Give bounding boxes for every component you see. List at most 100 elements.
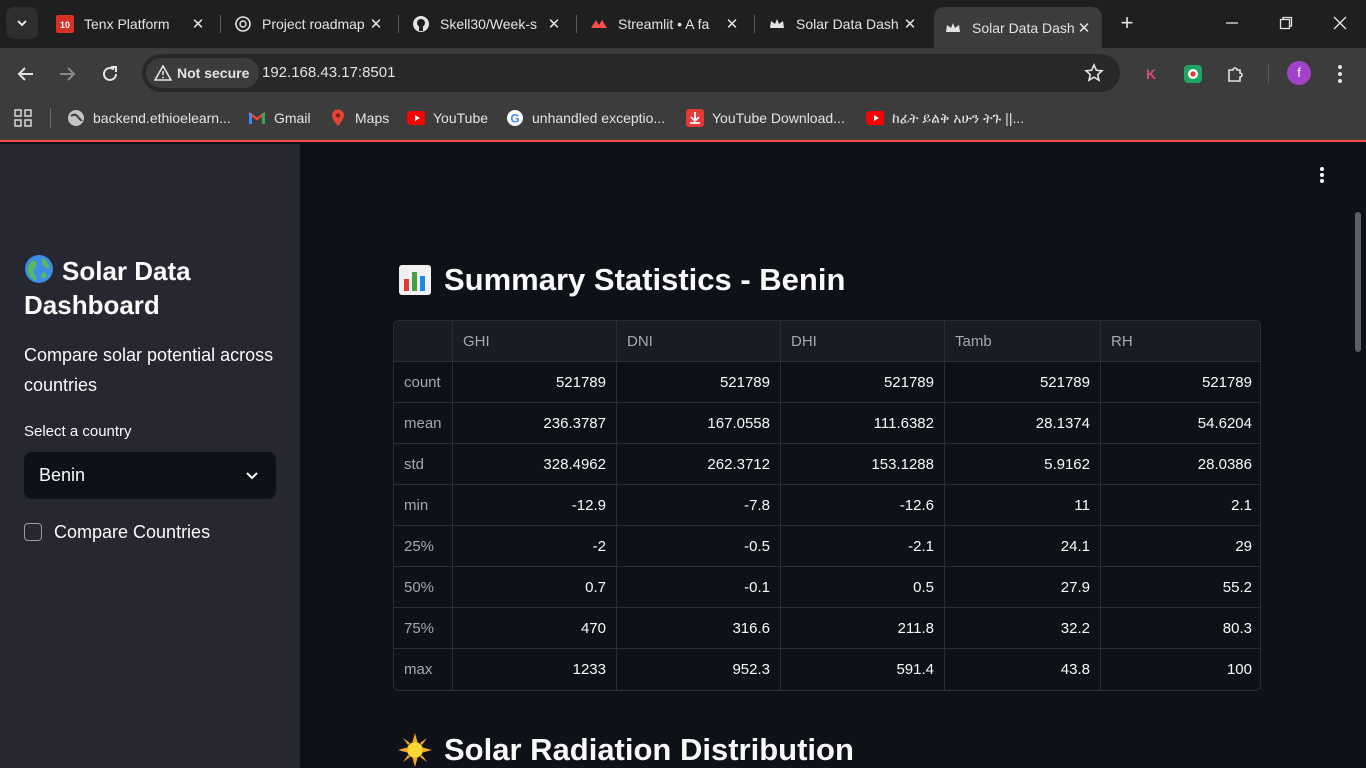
- table-cell: 2.1: [1231, 497, 1252, 514]
- table-cell: 100: [1226, 661, 1252, 678]
- bookmark-label: Gmail: [274, 110, 311, 126]
- column-header[interactable]: RH: [1101, 321, 1260, 362]
- table-cell: 80.3: [1222, 620, 1252, 637]
- tab-search-button[interactable]: [6, 7, 38, 39]
- tab-solar-dashboard-active[interactable]: Solar Data Dash ✕: [934, 7, 1102, 48]
- table-row: count 521789 521789 521789 521789 521789: [394, 362, 1260, 403]
- app-menu-icon[interactable]: [1319, 166, 1325, 189]
- table-cell: 316.6: [617, 608, 781, 649]
- close-tab-icon[interactable]: ✕: [722, 14, 742, 34]
- browser-toolbar: Not secure 192.168.43.17:8501 K: [0, 48, 1366, 100]
- table-cell: -0.1: [617, 567, 781, 608]
- table-cell: 5.9162: [945, 444, 1101, 485]
- table-cell: 952.3: [617, 649, 781, 690]
- security-indicator[interactable]: Not secure: [146, 58, 260, 88]
- bar-chart-emoji-icon: [399, 265, 431, 295]
- scrollbar-thumb[interactable]: [1355, 212, 1361, 352]
- table-cell: -12.9: [453, 485, 617, 526]
- bookmark-amharic-video[interactable]: ከፊት ይልቅ አሁን ትጉ ||...: [866, 107, 1024, 129]
- close-tab-icon[interactable]: ✕: [188, 14, 208, 34]
- country-select[interactable]: Benin: [24, 452, 276, 499]
- gmail-icon: [248, 109, 266, 127]
- row-index-cell: min: [394, 485, 453, 526]
- distribution-heading: Solar Radiation Distribution: [398, 732, 854, 768]
- streamlit-crown-icon: [768, 15, 786, 33]
- table-cell: 328.4962: [453, 444, 617, 485]
- index-header-cell: [394, 321, 453, 362]
- bookmark-label: YouTube: [433, 110, 489, 126]
- maps-icon: [329, 109, 347, 127]
- bookmark-label: backend.ethioelearn...: [93, 110, 231, 126]
- bookmark-backend[interactable]: backend.ethioelearn...: [67, 107, 231, 129]
- close-tab-icon[interactable]: ✕: [1074, 18, 1094, 38]
- bookmark-star-icon[interactable]: [1084, 63, 1104, 88]
- row-index-cell: max: [394, 649, 453, 690]
- close-tab-icon[interactable]: ✕: [900, 14, 920, 34]
- new-tab-icon[interactable]: +: [1114, 10, 1140, 36]
- sun-emoji-icon: [398, 733, 432, 767]
- table-cell: 54.6204: [1197, 415, 1252, 432]
- table-row: 75% 470 316.6 211.8 32.2 80.3: [394, 608, 1260, 649]
- svg-text:G: G: [510, 112, 519, 126]
- compare-countries-row[interactable]: Compare Countries: [24, 520, 210, 544]
- bookmark-unhandled-exception[interactable]: G unhandled exceptio...: [506, 107, 665, 129]
- profile-avatar[interactable]: f: [1287, 61, 1311, 85]
- minimize-icon[interactable]: [1219, 10, 1245, 36]
- reload-icon[interactable]: [96, 60, 124, 88]
- compare-countries-checkbox[interactable]: [24, 523, 42, 541]
- table-cell: 29: [1235, 538, 1252, 555]
- tab-solar-dashboard-1[interactable]: Solar Data Dash ✕: [758, 8, 928, 40]
- url-text[interactable]: 192.168.43.17:8501: [262, 64, 395, 81]
- table-row: max 1233 952.3 591.4 43.8 100: [394, 649, 1260, 690]
- extension-k-icon[interactable]: K: [1137, 60, 1165, 88]
- bookmark-gmail[interactable]: Gmail: [248, 107, 311, 129]
- column-header[interactable]: DHI: [781, 321, 945, 362]
- restore-icon[interactable]: [1273, 10, 1299, 36]
- table-cell: 32.2: [945, 608, 1101, 649]
- apps-grid-icon[interactable]: [14, 107, 32, 129]
- bookmark-maps[interactable]: Maps: [329, 107, 389, 129]
- column-header[interactable]: GHI: [453, 321, 617, 362]
- tab-streamlit[interactable]: Streamlit • A fa ✕: [580, 8, 750, 40]
- tab-strip: 10 Tenx Platform ✕ Project roadmap ✕ Ske…: [0, 0, 1366, 48]
- table-cell: 0.7: [453, 567, 617, 608]
- tab-project-roadmap[interactable]: Project roadmap ✕: [224, 8, 394, 40]
- forward-arrow-icon[interactable]: [53, 60, 81, 88]
- globe-icon: [67, 109, 85, 127]
- summary-statistics-table[interactable]: GHI DNI DHI Tamb RH count 521789 521789 521789 52…: [393, 320, 1261, 691]
- extensions-puzzle-icon[interactable]: [1222, 60, 1250, 88]
- browser-menu-icon[interactable]: [1328, 60, 1352, 88]
- sidebar-subtitle: Compare solar potential across countries: [24, 345, 274, 395]
- table-cell: 27.9: [945, 567, 1101, 608]
- table-cell: 521789: [945, 362, 1101, 403]
- table-cell: 521789: [453, 362, 617, 403]
- back-arrow-icon[interactable]: [12, 60, 40, 88]
- country-select-label: Select a country: [24, 423, 132, 440]
- table-cell: 1233: [453, 649, 617, 690]
- row-index-cell: mean: [394, 403, 453, 444]
- row-index-cell: 50%: [394, 567, 453, 608]
- tab-title: Streamlit • A fa: [618, 16, 710, 32]
- column-header[interactable]: Tamb: [945, 321, 1101, 362]
- tab-separator: [576, 15, 577, 33]
- close-tab-icon[interactable]: ✕: [366, 14, 386, 34]
- table-cell: -7.8: [617, 485, 781, 526]
- bookmark-youtube[interactable]: YouTube: [407, 107, 488, 129]
- extension-recorder-icon[interactable]: [1179, 60, 1207, 88]
- chevron-down-icon: [17, 20, 27, 27]
- sidebar-title: Solar Data Dashboard: [24, 254, 284, 322]
- youtube-icon: [866, 109, 884, 127]
- svg-text:10: 10: [60, 20, 70, 30]
- tab-tenx-platform[interactable]: 10 Tenx Platform ✕: [46, 8, 216, 40]
- github-icon: [412, 15, 430, 33]
- column-header[interactable]: DNI: [617, 321, 781, 362]
- security-label: Not secure: [177, 65, 250, 81]
- bookmark-label: ከፊት ይልቅ አሁን ትጉ ||...: [892, 109, 1025, 126]
- bookmark-youtube-download[interactable]: YouTube Download...: [686, 107, 845, 129]
- tab-github[interactable]: Skell30/Week-s ✕: [402, 8, 572, 40]
- table-cell: 470: [453, 608, 617, 649]
- close-tab-icon[interactable]: ✕: [544, 14, 564, 34]
- table-row: 25% -2 -0.5 -2.1 24.1 29: [394, 526, 1260, 567]
- close-window-icon[interactable]: [1327, 10, 1353, 36]
- address-bar[interactable]: Not secure 192.168.43.17:8501: [142, 54, 1120, 92]
